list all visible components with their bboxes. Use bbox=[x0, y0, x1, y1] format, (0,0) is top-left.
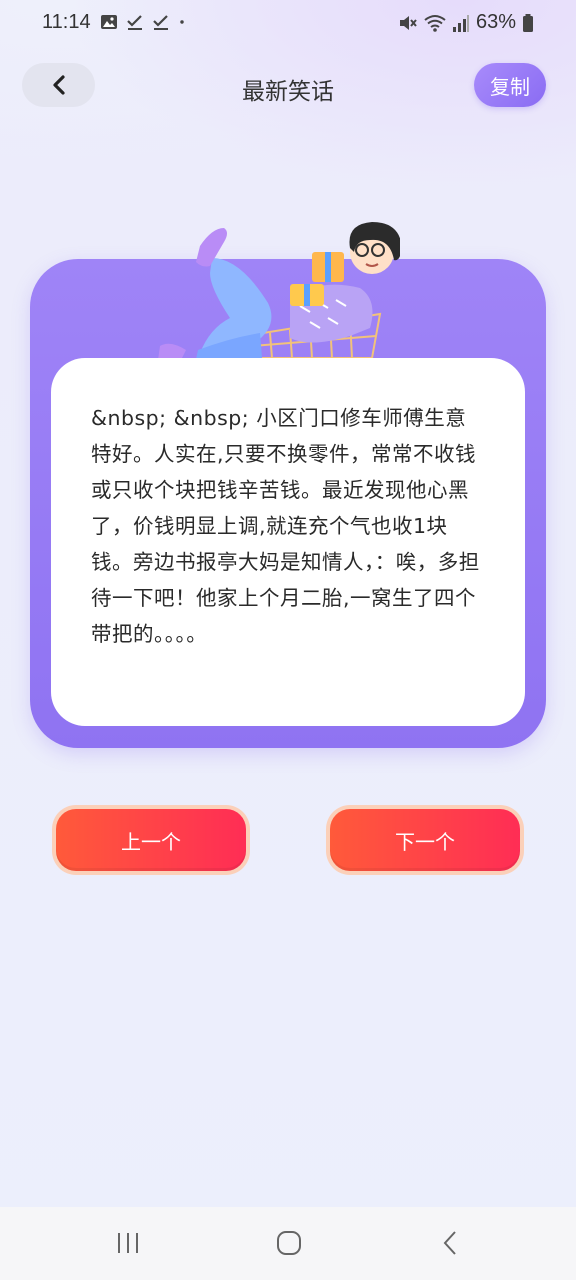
mute-icon bbox=[399, 15, 417, 30]
status-time: 11:14 bbox=[42, 11, 91, 33]
status-bar: 11:14 63% bbox=[0, 0, 576, 48]
system-status: 63% bbox=[398, 11, 534, 34]
wifi-icon bbox=[424, 14, 446, 32]
notification-icons bbox=[100, 13, 190, 31]
system-navigation-bar bbox=[0, 1207, 576, 1280]
signal-icon bbox=[452, 14, 469, 32]
dot-icon bbox=[180, 20, 184, 24]
back-nav-icon[interactable] bbox=[440, 1229, 460, 1257]
previous-button-label: 上一个 bbox=[56, 809, 246, 871]
battery-percent: 63% bbox=[475, 11, 516, 33]
home-icon[interactable] bbox=[276, 1229, 302, 1257]
copy-button[interactable]: 复制 bbox=[474, 63, 546, 107]
check-icon bbox=[153, 15, 168, 30]
next-button[interactable]: 下一个 bbox=[326, 805, 524, 875]
next-button-label: 下一个 bbox=[330, 809, 520, 871]
image-icon bbox=[101, 15, 117, 29]
check-icon bbox=[127, 15, 142, 30]
recent-apps-icon[interactable] bbox=[116, 1229, 140, 1257]
previous-button[interactable]: 上一个 bbox=[52, 805, 250, 875]
shopping-person-illustration bbox=[158, 222, 400, 364]
battery-icon bbox=[523, 13, 533, 32]
joke-text: &nbsp; &nbsp; 小区门口修车师傅生意特好。人实在,只要不换零件，常常… bbox=[91, 406, 480, 646]
joke-content-card: &nbsp; &nbsp; 小区门口修车师傅生意特好。人实在,只要不换零件，常常… bbox=[51, 358, 525, 726]
